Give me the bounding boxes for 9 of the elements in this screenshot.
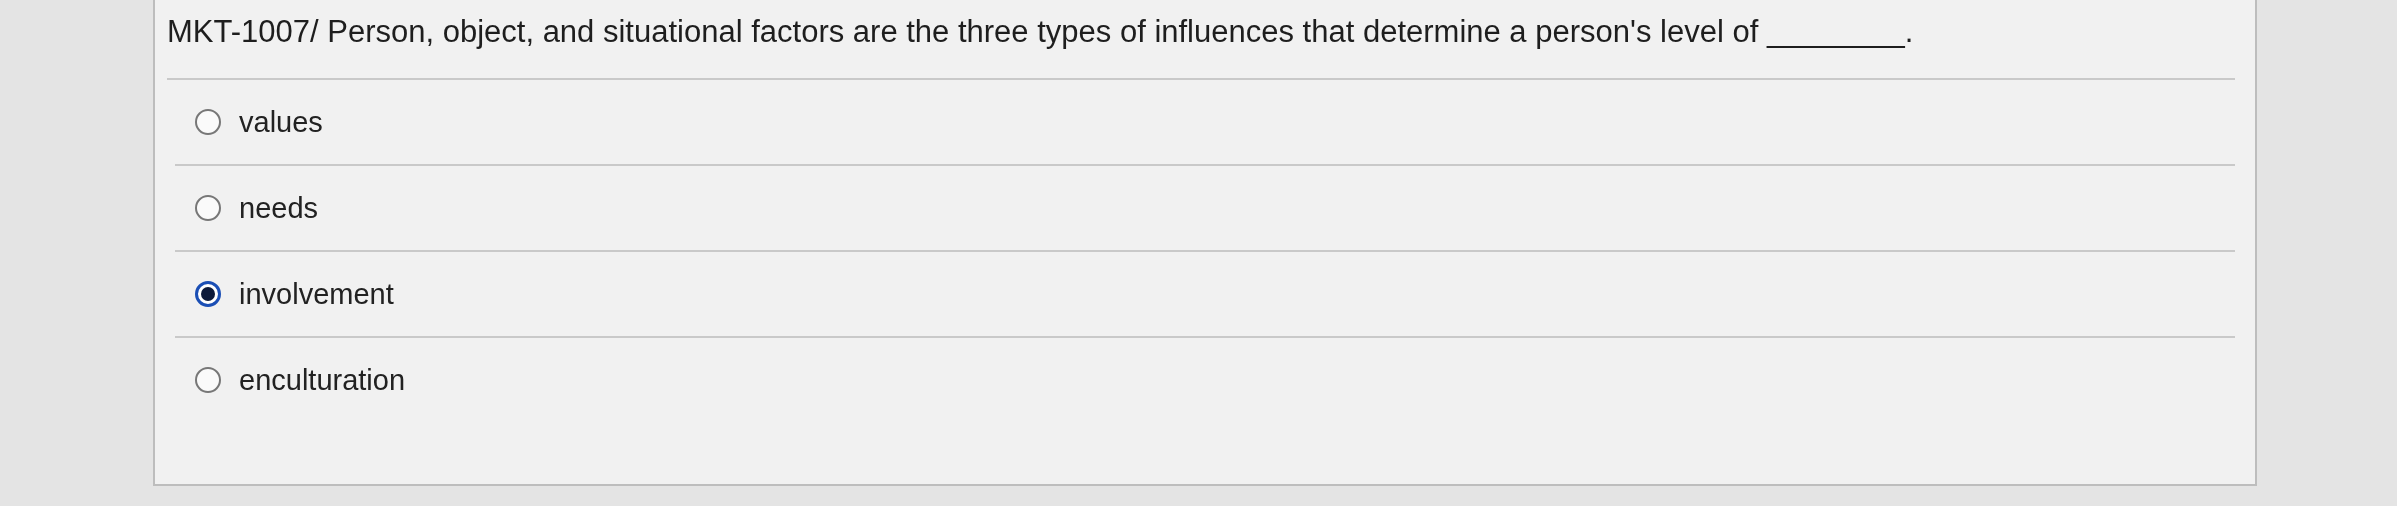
radio-button[interactable]: [195, 281, 221, 307]
question-text: MKT-1007/ Person, object, and situational factors are the three types of influences that determine a person's level of ________.: [167, 0, 2235, 80]
option-label: needs: [239, 191, 318, 225]
option-label: values: [239, 105, 323, 139]
option-label: involvement: [239, 277, 394, 311]
option-label: enculturation: [239, 363, 406, 397]
radio-button[interactable]: [195, 367, 221, 393]
radio-button[interactable]: [195, 109, 221, 135]
radio-button[interactable]: [195, 195, 221, 221]
